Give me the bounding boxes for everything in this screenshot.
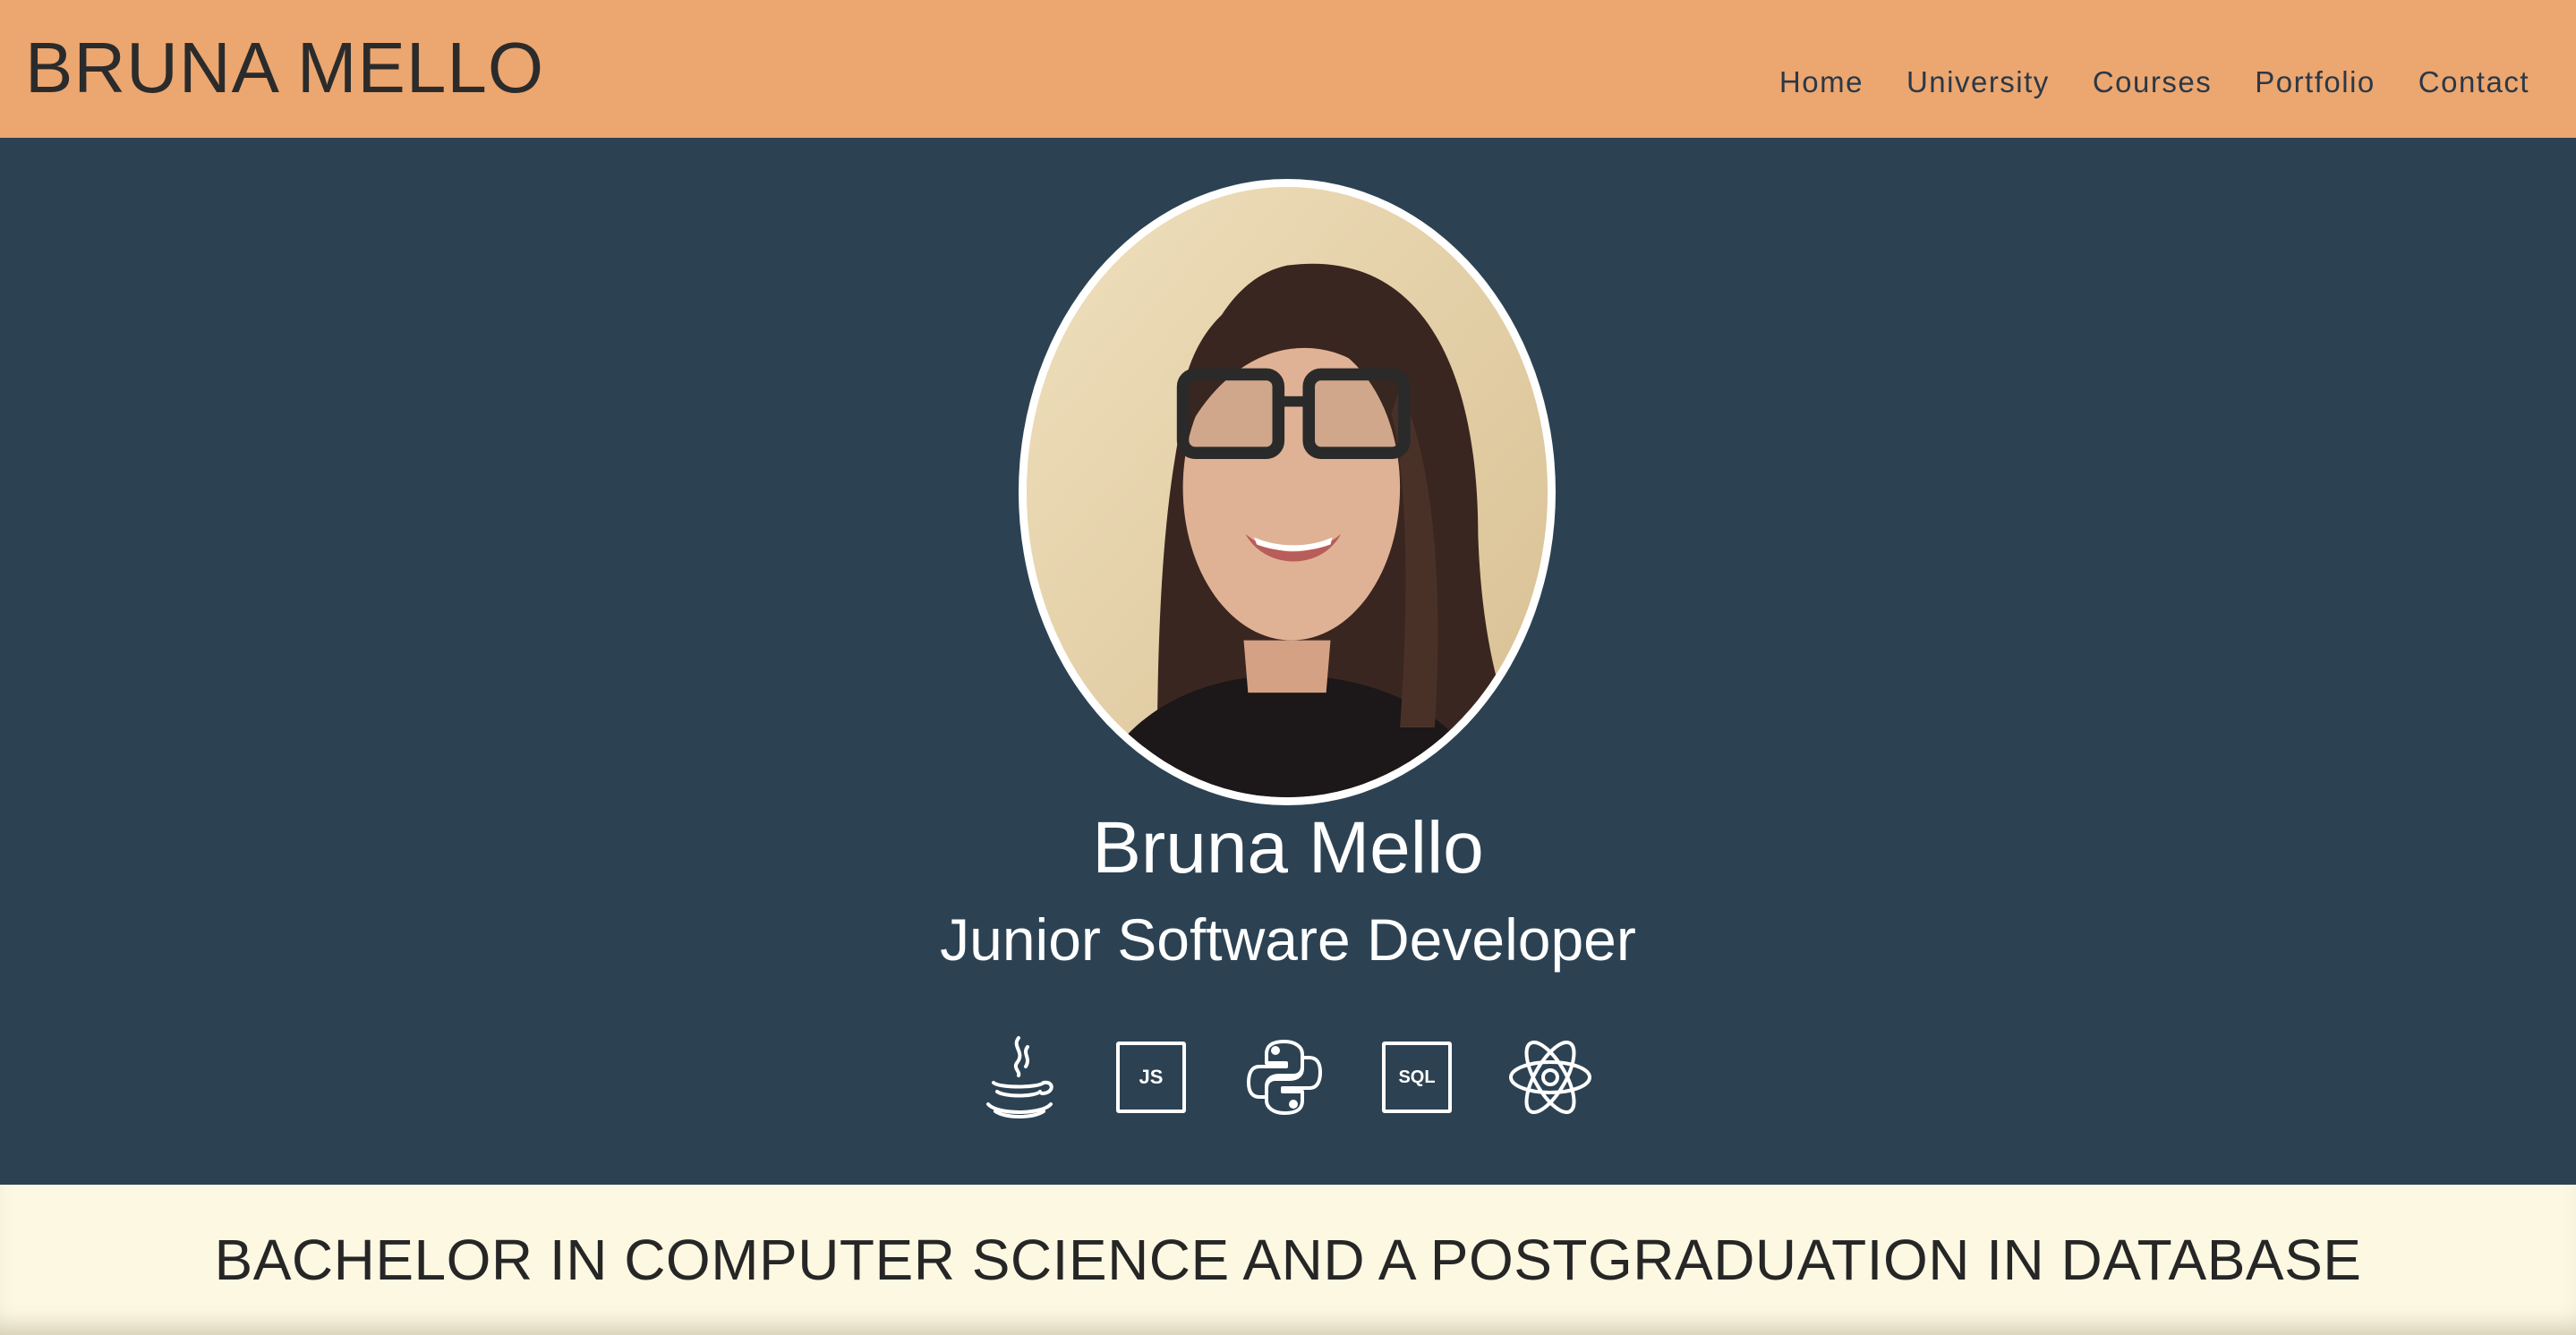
degree-text: BACHELOR IN COMPUTER SCIENCE AND A POSTG… <box>214 1228 2362 1292</box>
profile-role: Junior Software Developer <box>940 906 1636 973</box>
javascript-icon: JS <box>1108 1033 1194 1122</box>
nav-contact[interactable]: Contact <box>2418 64 2529 100</box>
profile-name: Bruna Mello <box>1092 807 1484 889</box>
nav-university[interactable]: University <box>1906 64 2050 100</box>
nav-home[interactable]: Home <box>1779 64 1864 100</box>
hero-section: Bruna Mello Junior Software Developer JS <box>0 138 2576 1185</box>
python-icon <box>1241 1033 1327 1122</box>
nav-courses[interactable]: Courses <box>2093 64 2212 100</box>
profile-photo-illustration <box>1027 187 1548 797</box>
site-brand[interactable]: BRUNA MELLO <box>25 25 544 111</box>
main-nav: Home University Courses Portfolio Contac… <box>1779 64 2529 100</box>
javascript-label: JS <box>1116 1042 1186 1113</box>
react-icon <box>1507 1033 1593 1122</box>
sql-label: SQL <box>1382 1042 1452 1113</box>
java-icon <box>976 1033 1062 1122</box>
degree-banner: BACHELOR IN COMPUTER SCIENCE AND A POSTG… <box>0 1185 2576 1335</box>
skills-list: JS SQL <box>976 1033 1602 1122</box>
profile-photo <box>1019 179 1556 805</box>
site-header: BRUNA MELLO Home University Courses Port… <box>0 0 2576 138</box>
sql-icon: SQL <box>1374 1033 1460 1122</box>
nav-portfolio[interactable]: Portfolio <box>2255 64 2376 100</box>
